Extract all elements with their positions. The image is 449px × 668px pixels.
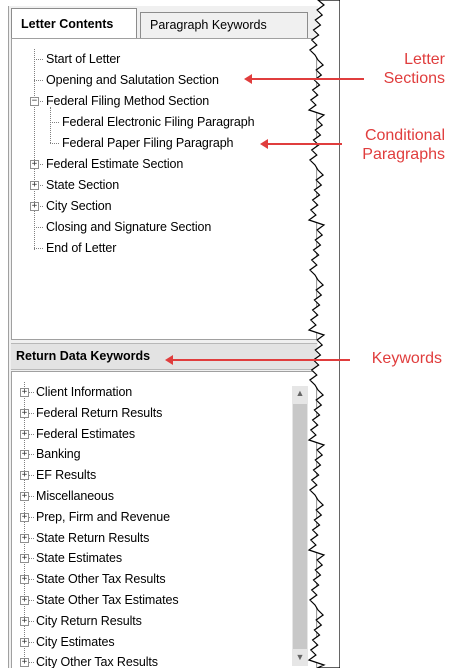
tab-paragraph-keywords[interactable]: Paragraph Keywords — [140, 12, 308, 38]
callout-conditional-paragraphs-line1: Conditional — [364, 127, 445, 144]
keyword-tree-item[interactable]: State Other Tax Results — [36, 569, 166, 590]
tree-connector — [29, 433, 34, 435]
letter-tree-item[interactable]: End of Letter — [46, 238, 116, 259]
callout-letter-sections: Letter Sections — [370, 50, 445, 88]
expand-plus-icon[interactable]: + — [20, 471, 29, 481]
keyword-tree-item[interactable]: EF Results — [36, 465, 96, 486]
letter-tree-item[interactable]: Federal Paper Filing Paragraph — [62, 133, 234, 154]
letter-tree-item[interactable]: Opening and Salutation Section — [46, 70, 219, 91]
letter-contents-tree: Start of Letter Opening and Salutation Se… — [11, 38, 317, 340]
tree-connector — [29, 392, 34, 393]
expand-plus-icon[interactable]: + — [20, 492, 29, 501]
expand-plus-icon[interactable]: + — [20, 616, 29, 626]
tree-connector — [29, 516, 34, 518]
tree-child-line — [50, 107, 51, 143]
expand-plus-icon[interactable]: + — [20, 429, 29, 439]
letter-tree-item[interactable]: Federal Filing Method Section — [46, 91, 209, 112]
expand-plus-icon[interactable]: + — [30, 181, 39, 190]
expand-plus-icon[interactable]: + — [20, 408, 29, 418]
callout-letter-sections-line1: Letter — [404, 51, 445, 68]
tree-connector — [34, 80, 43, 81]
callout-letter-sections-line2: Sections — [383, 70, 445, 87]
tree-connector — [29, 662, 34, 664]
expand-plus-icon[interactable]: + — [20, 512, 29, 522]
letter-tree-item[interactable]: Federal Electronic Filing Paragraph — [62, 112, 255, 133]
tree-connector — [34, 59, 43, 60]
tree-connector — [29, 600, 34, 601]
tab-letter-contents[interactable]: Letter Contents — [11, 8, 137, 38]
tree-connector — [29, 641, 34, 643]
collapse-minus-icon[interactable]: − — [30, 97, 39, 106]
keyword-tree-item[interactable]: Federal Return Results — [36, 403, 162, 424]
callout-conditional-paragraphs-line2: Paragraphs — [362, 146, 445, 163]
keyword-tree-item[interactable]: State Estimates — [36, 548, 122, 569]
callout-conditional-paragraphs: Conditional Paragraphs — [345, 126, 445, 164]
letter-tree-item[interactable]: City Section — [46, 196, 112, 217]
keyword-tree-item[interactable]: State Return Results — [36, 528, 149, 549]
expand-plus-icon[interactable]: + — [20, 575, 29, 585]
keyword-tree-item[interactable]: City Estimates — [36, 632, 115, 653]
tree-connector — [34, 227, 43, 228]
keyword-tree-item[interactable]: Federal Estimates — [36, 424, 135, 445]
letter-tree-item[interactable]: Closing and Signature Section — [46, 217, 211, 238]
keyword-tree-item[interactable]: City Return Results — [36, 611, 142, 632]
letter-tree-item[interactable]: Start of Letter — [46, 49, 120, 70]
letter-tree-item[interactable]: Federal Estimate Section — [46, 154, 183, 175]
return-data-keywords-header: Return Data Keywords — [11, 343, 317, 370]
tree-connector — [29, 620, 34, 622]
tree-connector — [29, 579, 34, 581]
tree-connector — [29, 558, 34, 560]
keyword-tree-item[interactable]: City Other Tax Results — [36, 652, 158, 668]
arrow-conditional-paragraphs — [260, 139, 342, 149]
expand-plus-icon[interactable]: + — [20, 658, 29, 668]
keyword-tree-item[interactable]: State Other Tax Estimates — [36, 590, 179, 611]
tree-connector — [29, 454, 34, 456]
return-data-keywords-tree: + Client Information + Federal Return Resul… — [11, 371, 317, 668]
torn-edge-divider — [307, 0, 340, 668]
callout-keywords: Keywords — [371, 350, 442, 367]
keyword-tree-item[interactable]: Banking — [36, 444, 81, 465]
tree-connector — [29, 537, 34, 539]
arrow-keywords — [165, 355, 350, 365]
letter-tree-item[interactable]: State Section — [46, 175, 119, 196]
letter-editor-panel: Letter Contents Paragraph Keywords Start… — [8, 6, 318, 668]
keyword-tree-item[interactable]: Prep, Firm and Revenue — [36, 507, 170, 528]
keyword-tree-item[interactable]: Miscellaneous — [36, 486, 114, 507]
arrow-letter-sections — [244, 74, 364, 84]
expand-plus-icon[interactable]: + — [30, 160, 39, 169]
tree-connector — [34, 248, 43, 249]
expand-plus-icon[interactable]: + — [20, 554, 29, 564]
expand-plus-icon[interactable]: + — [20, 388, 29, 397]
tree-connector — [29, 475, 34, 477]
tree-connector — [29, 496, 34, 497]
tree-connector — [50, 122, 59, 123]
expand-plus-icon[interactable]: + — [20, 637, 29, 647]
keyword-tree-item[interactable]: Client Information — [36, 382, 132, 403]
expand-plus-icon[interactable]: + — [20, 596, 29, 605]
tree-connector — [29, 412, 34, 414]
expand-plus-icon[interactable]: + — [30, 202, 39, 211]
expand-plus-icon[interactable]: + — [20, 533, 29, 543]
expand-plus-icon[interactable]: + — [20, 450, 29, 460]
tree-connector — [50, 143, 59, 144]
